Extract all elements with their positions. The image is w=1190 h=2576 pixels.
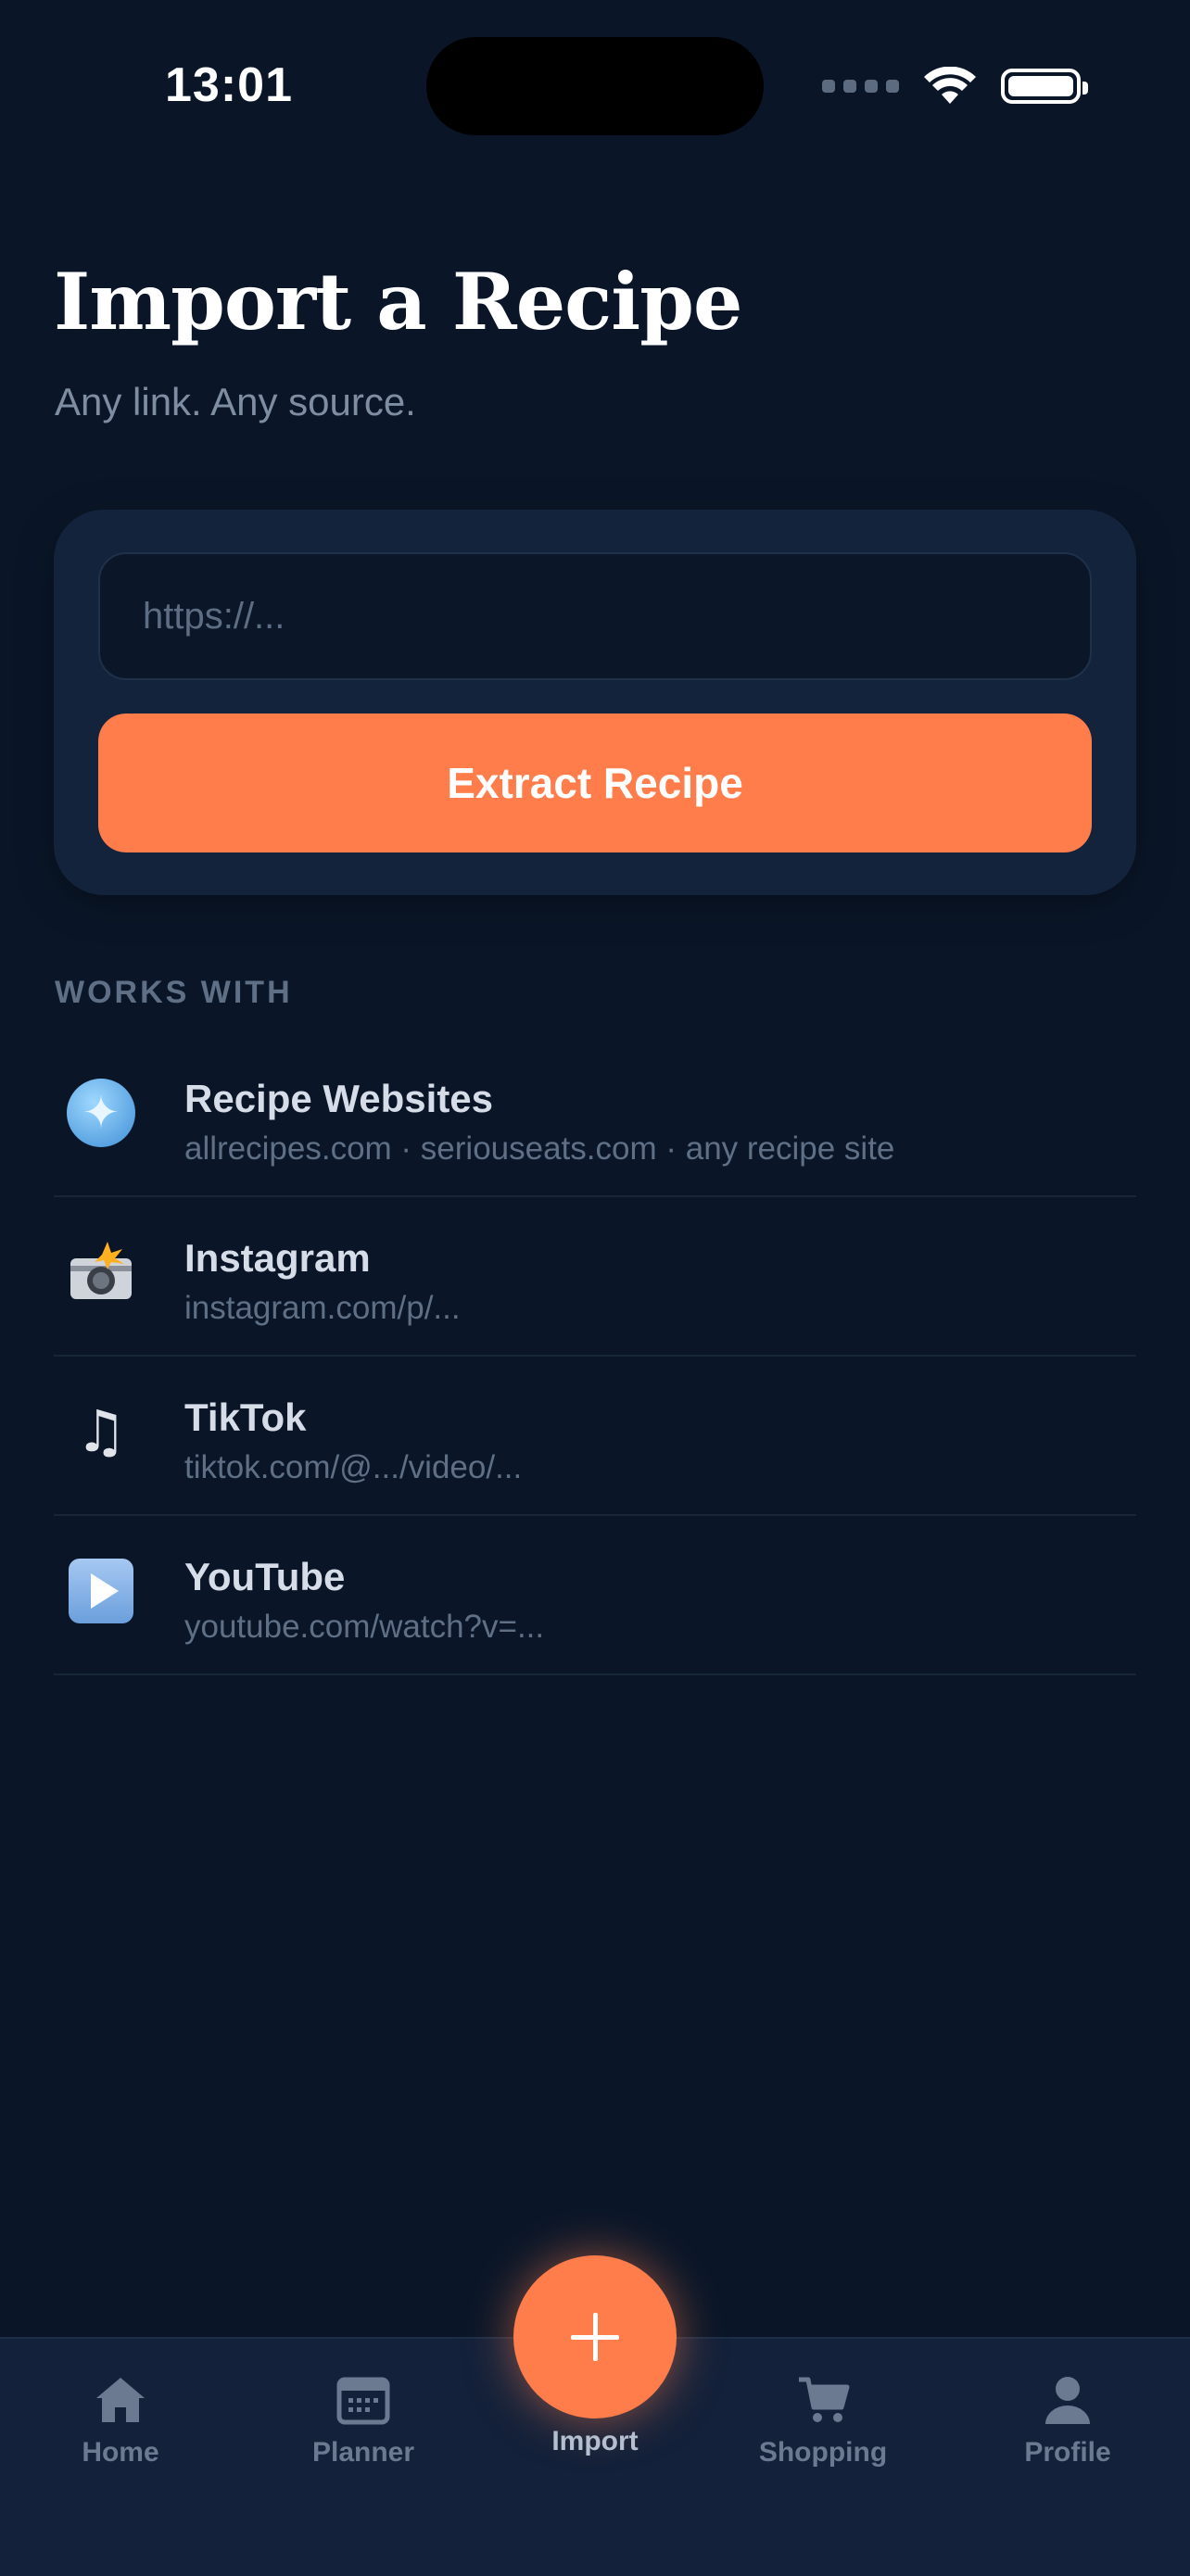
calendar-icon: [336, 2377, 390, 2425]
tab-import-label[interactable]: Import: [502, 2426, 688, 2457]
url-input[interactable]: [98, 552, 1092, 680]
tab-shopping[interactable]: Shopping: [730, 2374, 916, 2469]
camera-flash-icon: [67, 1238, 135, 1307]
works-with-label: WORKS WITH: [55, 975, 293, 1010]
tab-profile[interactable]: Profile: [975, 2374, 1160, 2469]
source-name: Recipe Websites: [184, 1077, 494, 1120]
tab-home[interactable]: Home: [28, 2374, 213, 2469]
page-title: Import a Recipe: [54, 256, 742, 347]
person-icon: [1045, 2377, 1090, 2424]
list-item: ♫ TikTok tiktok.com/@.../video/...: [54, 1357, 1136, 1516]
music-note-icon: ♫: [75, 1397, 127, 1465]
list-item: ✦ Recipe Websites allrecipes.com · serio…: [54, 1038, 1136, 1197]
list-item: YouTube youtube.com/watch?v=...: [54, 1516, 1136, 1675]
source-name: TikTok: [184, 1395, 307, 1439]
source-desc: allrecipes.com · seriouseats.com · any r…: [184, 1130, 895, 1167]
status-time: 13:01: [165, 58, 293, 112]
shopping-cart-icon: [799, 2377, 850, 2422]
source-desc: youtube.com/watch?v=...: [184, 1609, 545, 1645]
tab-label: Profile: [1024, 2437, 1111, 2468]
import-card: Extract Recipe: [54, 510, 1136, 895]
list-item: Instagram instagram.com/p/...: [54, 1197, 1136, 1357]
source-name: Instagram: [184, 1236, 371, 1280]
extract-recipe-button[interactable]: Extract Recipe: [98, 713, 1092, 852]
dynamic-island: [426, 37, 764, 135]
status-indicators: [822, 67, 1088, 106]
play-button-icon: [69, 1559, 133, 1623]
source-desc: tiktok.com/@.../video/...: [184, 1449, 523, 1485]
source-name: YouTube: [184, 1555, 346, 1598]
cellular-signal-icon: [822, 80, 899, 93]
globe-icon: ✦: [67, 1079, 135, 1147]
tab-planner[interactable]: Planner: [271, 2374, 456, 2469]
home-icon: [96, 2378, 145, 2422]
tab-label: Home: [82, 2437, 159, 2468]
battery-icon: [1001, 69, 1088, 104]
sources-list: ✦ Recipe Websites allrecipes.com · serio…: [54, 1038, 1136, 1675]
wifi-icon: [924, 67, 976, 104]
tab-label: Planner: [311, 2437, 415, 2468]
tab-label: Shopping: [758, 2437, 888, 2468]
import-fab-button[interactable]: [513, 2255, 677, 2418]
page-subtitle: Any link. Any source.: [55, 380, 416, 423]
source-desc: instagram.com/p/...: [184, 1290, 461, 1326]
